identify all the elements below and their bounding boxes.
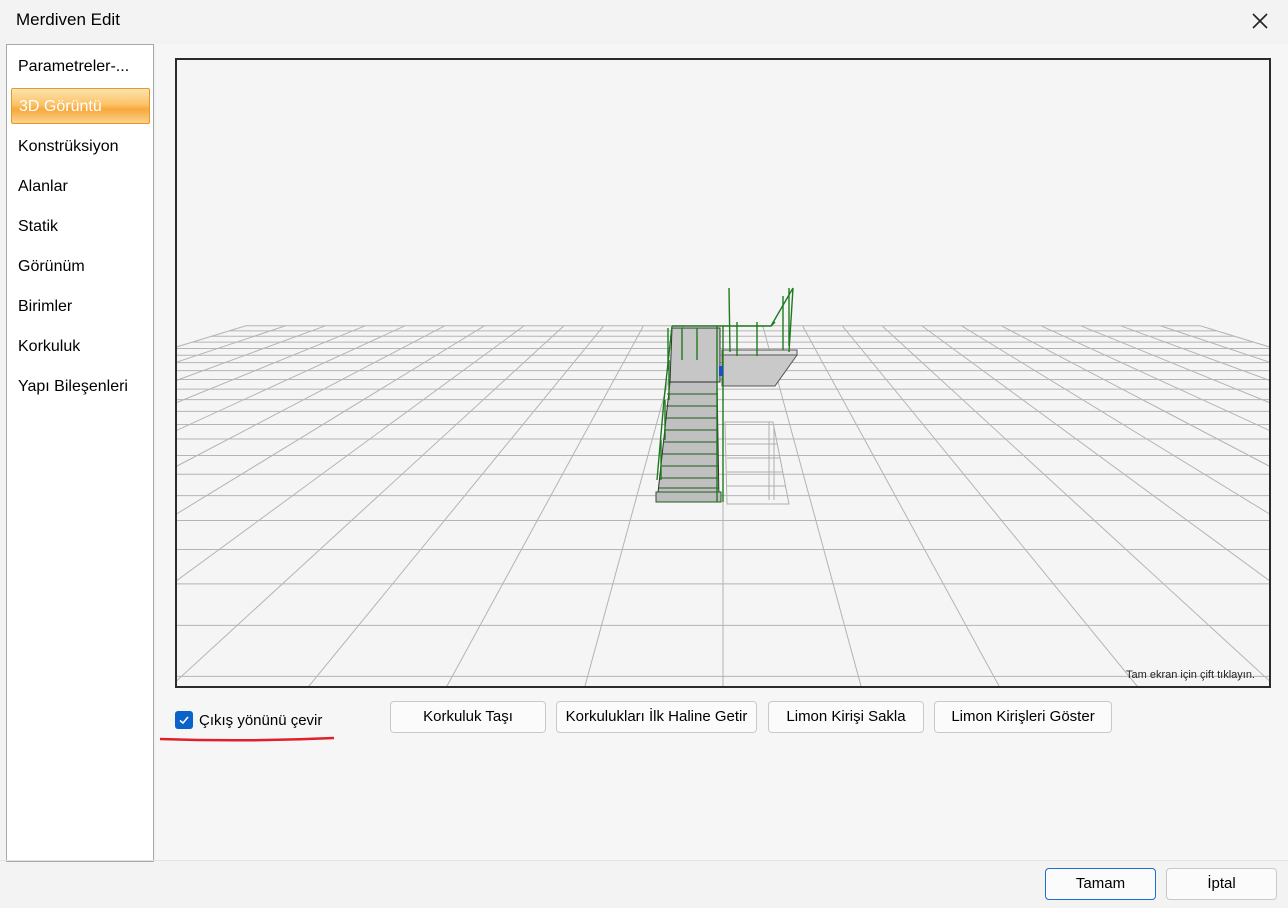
hide-stringer-button[interactable]: Limon Kirişi Sakla bbox=[768, 701, 924, 733]
flip-exit-label: Çıkış yönünü çevir bbox=[199, 711, 323, 729]
show-stringers-button[interactable]: Limon Kirişleri Göster bbox=[934, 701, 1112, 733]
sidebar-item-birimler[interactable]: Birimler bbox=[7, 289, 153, 325]
ok-button[interactable]: Tamam bbox=[1045, 868, 1156, 900]
title-bar: Merdiven Edit bbox=[0, 0, 1288, 42]
reset-railings-button[interactable]: Korkulukları İlk Haline Getir bbox=[556, 701, 757, 733]
flip-exit-option[interactable]: Çıkış yönünü çevir bbox=[175, 708, 322, 732]
cancel-button[interactable]: İptal bbox=[1166, 868, 1277, 900]
sidebar: Parametreler-... 3D Görüntü Konstrüksiyo… bbox=[6, 44, 154, 862]
red-annotation-underline bbox=[159, 736, 335, 742]
3d-viewport[interactable]: Tam ekran için çift tıklayın. bbox=[175, 58, 1271, 688]
move-railing-button[interactable]: Korkuluk Taşı bbox=[390, 701, 546, 733]
sidebar-item-parametreler[interactable]: Parametreler-... bbox=[7, 49, 153, 85]
sidebar-item-konstruksiyon[interactable]: Konstrüksiyon bbox=[7, 129, 153, 165]
check-icon bbox=[179, 716, 189, 725]
sidebar-item-alanlar[interactable]: Alanlar bbox=[7, 169, 153, 205]
stair-model bbox=[655, 287, 798, 505]
footer-separator bbox=[0, 860, 1288, 861]
sidebar-item-korkuluk[interactable]: Korkuluk bbox=[7, 329, 153, 365]
flip-exit-checkbox[interactable] bbox=[175, 711, 193, 729]
sidebar-item-3d-goruntu[interactable]: 3D Görüntü bbox=[11, 88, 150, 124]
sidebar-item-gorunum[interactable]: Görünüm bbox=[7, 249, 153, 285]
viewport-hint: Tam ekran için çift tıklayın. bbox=[1126, 669, 1255, 681]
close-button[interactable] bbox=[1240, 4, 1280, 38]
window-title: Merdiven Edit bbox=[16, 10, 120, 29]
3d-scene bbox=[177, 287, 1269, 686]
sidebar-item-yapi-bilesenleri[interactable]: Yapı Bileşenleri bbox=[7, 369, 153, 405]
sidebar-item-statik[interactable]: Statik bbox=[7, 209, 153, 245]
close-icon bbox=[1252, 13, 1268, 29]
